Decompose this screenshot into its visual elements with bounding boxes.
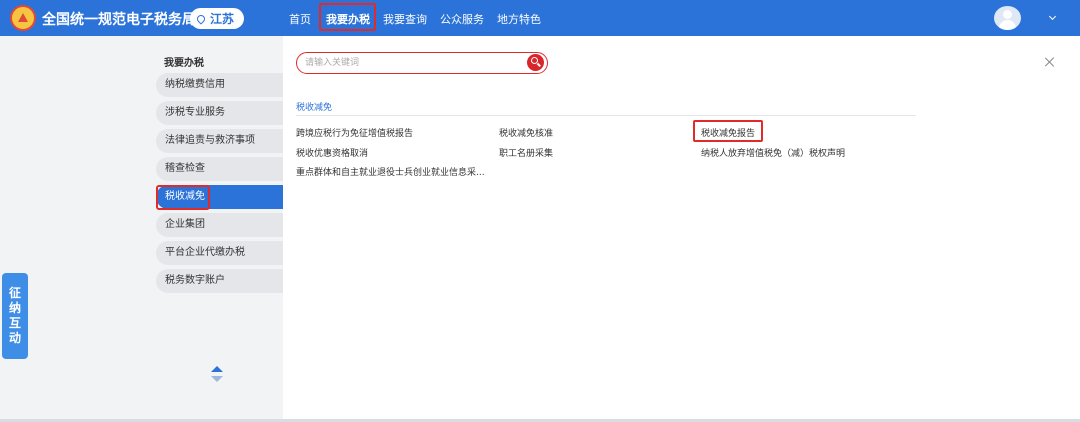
sidebar-item-enterprise-group[interactable]: 企业集团 xyxy=(156,213,283,237)
tax-emblem-logo xyxy=(10,5,36,31)
chevron-down-icon[interactable] xyxy=(1048,12,1057,21)
link-employee-roster[interactable]: 职工名册采集 xyxy=(499,146,553,159)
location-pin-icon xyxy=(195,12,207,25)
avatar-body xyxy=(999,20,1016,30)
link-tax-reduction-approval[interactable]: 税收减免核准 xyxy=(499,126,553,139)
avatar-head xyxy=(1003,10,1012,19)
sidebar-item-professional-service[interactable]: 涉税专业服务 xyxy=(156,101,283,125)
link-cross-border-vat-report[interactable]: 跨境应税行为免征增值税报告 xyxy=(296,126,413,139)
close-icon[interactable] xyxy=(1043,55,1057,69)
sidebar-item-platform-withholding[interactable]: 平台企业代缴办税 xyxy=(156,241,283,265)
main-panel xyxy=(283,36,1080,420)
link-preferential-qualification-cancel[interactable]: 税收优惠资格取消 xyxy=(296,146,368,159)
region-label: 江苏 xyxy=(210,12,235,26)
emblem-star-icon xyxy=(18,12,28,22)
link-key-groups-employment[interactable]: 重点群体和自主就业退役士兵创业就业信息采... xyxy=(296,165,485,178)
link-vat-exemption-waiver[interactable]: 纳税人放弃增值税免（减）税权声明 xyxy=(701,146,845,159)
sidebar-item-inspection[interactable]: 稽查检查 xyxy=(156,157,283,181)
nav-highlight-box xyxy=(319,3,376,31)
avatar-icon[interactable] xyxy=(994,6,1021,30)
search-box xyxy=(296,52,548,74)
float-tab-char: 互 xyxy=(8,316,21,330)
float-tab-char: 动 xyxy=(8,331,21,345)
arrow-up-icon[interactable] xyxy=(211,366,223,372)
float-tab-char: 征 xyxy=(8,286,21,300)
sidebar-item-digital-account[interactable]: 税务数字账户 xyxy=(156,269,283,293)
sidebar-highlight-box xyxy=(156,185,210,210)
sidebar-scroll-control[interactable] xyxy=(211,366,225,384)
nav-local-features[interactable]: 地方特色 xyxy=(497,11,541,27)
sidebar-title: 我要办税 xyxy=(164,58,204,69)
search-icon-handle xyxy=(537,62,541,67)
nav-home[interactable]: 首页 xyxy=(289,11,311,27)
sidebar-item-legal-relief[interactable]: 法律追责与救济事项 xyxy=(156,129,283,153)
top-header: 全国统一规范电子税务局 江苏 首页 我要办税 我要查询 公众服务 地方特色 xyxy=(0,0,1080,36)
nav-public-service[interactable]: 公众服务 xyxy=(440,11,484,27)
interaction-float-tab[interactable]: 征 纳 互 动 xyxy=(2,273,28,359)
region-selector[interactable]: 江苏 xyxy=(190,8,244,29)
section-divider xyxy=(296,115,916,116)
nav-query[interactable]: 我要查询 xyxy=(383,11,427,27)
sidebar-item-credit[interactable]: 纳税缴费信用 xyxy=(156,73,283,97)
search-button[interactable] xyxy=(527,54,544,71)
link-highlight-box xyxy=(693,120,763,142)
arrow-down-icon[interactable] xyxy=(211,376,223,382)
float-tab-char: 纳 xyxy=(8,301,21,315)
search-input[interactable] xyxy=(305,55,520,71)
section-title: 税收减免 xyxy=(296,103,333,113)
site-title: 全国统一规范电子税务局 xyxy=(42,12,196,28)
